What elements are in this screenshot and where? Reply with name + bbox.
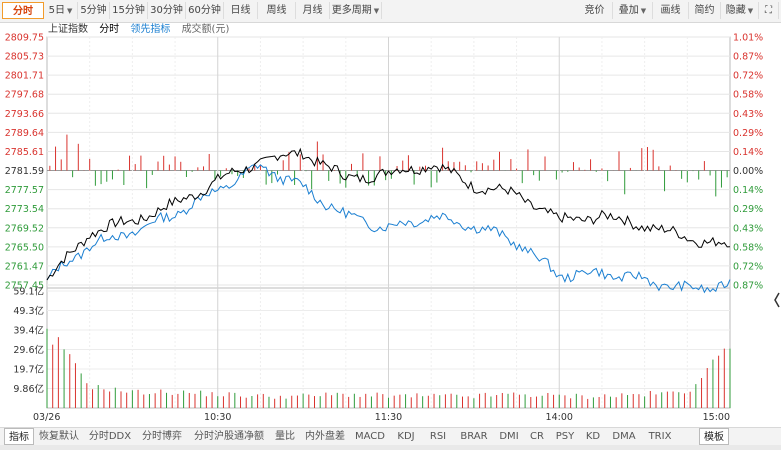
volume-axis-label: 49.3亿 [13, 305, 44, 317]
indicator-bar: 指标 恢复默认 分时DDX 分时博弈 分时沪股通净额 量比 内外盘差 MACD KDJ RSI BR… [0, 427, 781, 446]
indicator-tab-8[interactable]: KDJ [390, 428, 422, 445]
indicator-tab-1[interactable]: 恢复默认 [34, 428, 84, 445]
indicator-tab-10[interactable]: BRAR [454, 428, 494, 445]
percent-axis-label: 0.14% [733, 147, 763, 158]
volume-axis-label: 59.1亿 [13, 286, 44, 298]
indicator-tab-6[interactable]: 内外盘差 [300, 428, 350, 445]
price-axis-label: 2785.61 [5, 147, 44, 158]
price-axis-label: 2805.73 [5, 52, 44, 63]
percent-axis-label: 0.43% [733, 109, 763, 120]
percent-axis-label: 0.87% [733, 281, 763, 292]
indicator-tab-9[interactable]: RSI [422, 428, 454, 445]
price-axis-label: 2809.75 [5, 33, 44, 44]
indicator-tab-12[interactable]: CR [524, 428, 550, 445]
price-axis-label: 2777.57 [5, 185, 44, 196]
volume-axis-label: 29.6亿 [13, 344, 44, 356]
volume-axis-label: 39.4亿 [13, 325, 44, 337]
percent-axis-label: 0.72% [733, 261, 763, 272]
horizontal-scrollbar[interactable] [0, 445, 781, 450]
time-axis-label: 03/26 [33, 412, 60, 423]
price-axis-label: 2781.59 [5, 166, 44, 177]
time-axis-label: 14:00 [546, 412, 573, 423]
indicator-tab-15[interactable]: DMA [606, 428, 642, 445]
indicator-tab-11[interactable]: DMI [494, 428, 524, 445]
percent-axis-label: 0.29% [733, 128, 763, 139]
indicator-tab-5[interactable]: 量比 [270, 428, 300, 445]
price-axis-label: 2761.47 [5, 261, 44, 272]
percent-axis-label: 0.00% [733, 166, 763, 177]
indicator-tab-14[interactable]: KD [580, 428, 606, 445]
price-axis-label: 2789.64 [5, 128, 44, 139]
price-axis-label: 2793.66 [5, 109, 44, 120]
intraday-chart[interactable]: 2809.75 2805.73 2801.71 2797.68 2793.66 2789.… [0, 0, 781, 427]
indicator-tab-17[interactable]: 模板 [699, 428, 729, 445]
percent-axis-label: 0.43% [733, 223, 763, 234]
time-axis-label: 15:00 [703, 412, 730, 423]
price-axis-label: 2769.52 [5, 223, 44, 234]
volume-axis-label: 9.86亿 [13, 383, 44, 395]
price-axis-label: 2765.50 [5, 242, 44, 253]
price-axis-label: 2801.71 [5, 71, 44, 82]
percent-axis-label: 0.72% [733, 71, 763, 82]
indicator-tab-7[interactable]: MACD [350, 428, 390, 445]
indicator-tab-2[interactable]: 分时DDX [84, 428, 136, 445]
scroll-handle[interactable] [773, 289, 781, 311]
volume-axis-label: 19.7亿 [13, 364, 44, 376]
time-axis-label: 11:30 [375, 412, 402, 423]
indicator-tab-4[interactable]: 分时沪股通净额 [188, 428, 270, 445]
percent-axis-label: 0.58% [733, 90, 763, 101]
percent-axis-label: 0.87% [733, 52, 763, 63]
percent-axis-label: 0.58% [733, 242, 763, 253]
price-axis-label: 2797.68 [5, 90, 44, 101]
indicator-tab-16[interactable]: TRIX [642, 428, 678, 445]
indicator-tab-13[interactable]: PSY [550, 428, 580, 445]
percent-axis-label: 0.29% [733, 204, 763, 215]
percent-axis-label: 0.14% [733, 185, 763, 196]
indicator-tab-0[interactable]: 指标 [4, 428, 34, 445]
time-axis-label: 10:30 [204, 412, 231, 423]
indicator-tab-3[interactable]: 分时博弈 [136, 428, 188, 445]
price-axis-label: 2773.54 [5, 204, 44, 215]
percent-axis-label: 1.01% [733, 33, 763, 44]
